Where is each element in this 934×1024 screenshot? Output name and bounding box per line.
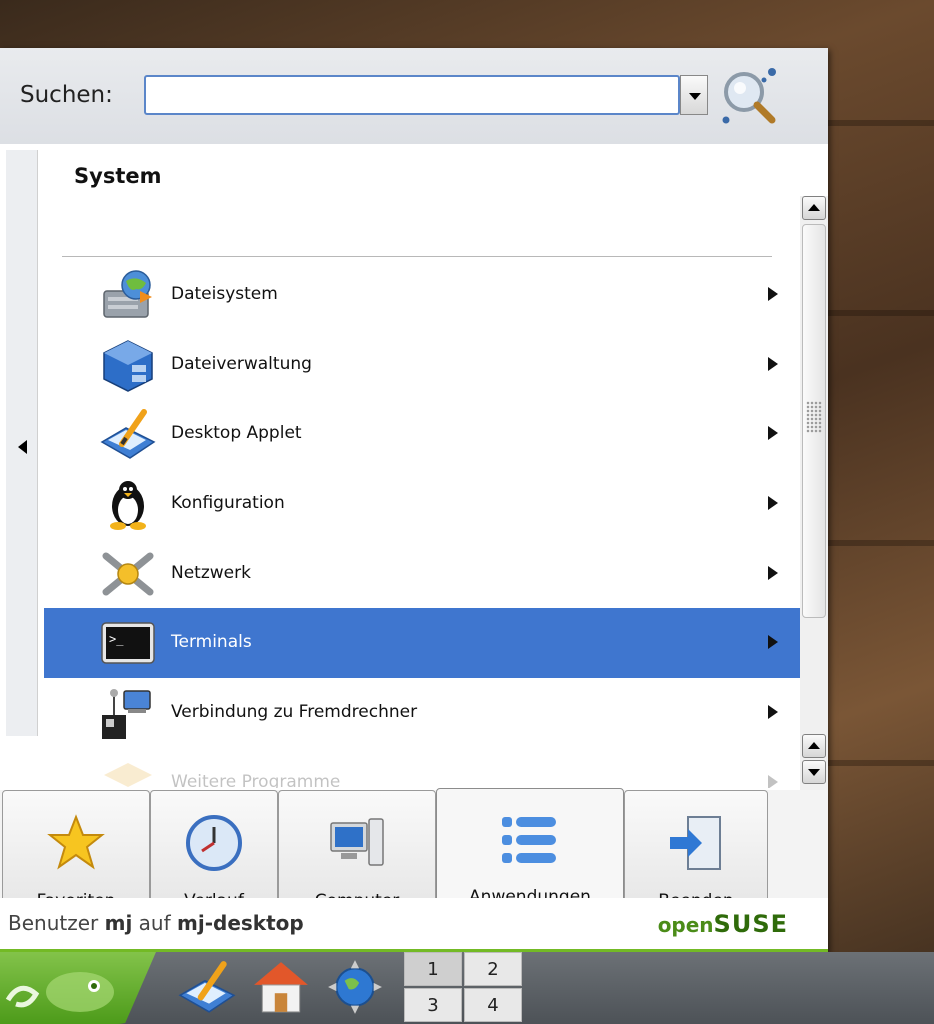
desktop-pager: 1 2 3 4 (404, 952, 524, 1024)
user-middle: auf (138, 911, 171, 935)
menu-item-terminals[interactable]: >_ Terminals (44, 608, 800, 679)
submenu-arrow-icon (768, 287, 778, 301)
grip-icon (806, 401, 822, 433)
kmenu-button[interactable] (0, 952, 156, 1024)
submenu-arrow-icon (768, 356, 778, 371)
harddisk-icon (103, 270, 152, 318)
menu-item-desktop-applet[interactable]: Desktop Applet (44, 399, 800, 469)
submenu-arrow-icon (768, 565, 778, 580)
submenu-arrow-icon (768, 635, 778, 650)
menu-item-konfiguration[interactable]: Konfiguration (44, 469, 800, 539)
submenu-arrow-icon (768, 426, 778, 441)
menu-item-label: Netzwerk (171, 562, 251, 583)
opensuse-chameleon-icon (5, 972, 114, 1012)
submenu-arrow-icon (768, 705, 778, 720)
scroll-up-button[interactable] (802, 734, 826, 758)
menu-list: Dateisystem Dateiverwaltung Desktop Appl… (44, 260, 800, 788)
desktop-pen-icon[interactable] (178, 958, 236, 1016)
menu-item-verbindung-zu-fremdrechner[interactable]: Verbindung zu Fremdrechner (44, 678, 800, 748)
desktop-pen-icon (100, 409, 156, 460)
logo-strong: SUSE (713, 910, 788, 938)
taskbar-panel: 1 2 3 4 (0, 952, 934, 1024)
submenu-arrow-icon (768, 496, 778, 511)
back-button[interactable] (6, 150, 38, 736)
menu-item-dateiverwaltung[interactable]: Dateiverwaltung (44, 330, 800, 400)
applications-list-icon (502, 817, 556, 863)
submenu-arrow-icon (768, 774, 778, 788)
menu-item-label: Weitere Programme (171, 771, 341, 788)
pager-desktop-1[interactable]: 1 (404, 952, 462, 986)
file-cabinet-icon (103, 339, 153, 392)
computer-icon (330, 818, 384, 866)
opensuse-logo: openSUSE (658, 910, 788, 938)
pager-desktop-3[interactable]: 3 (404, 988, 462, 1022)
back-arrow-icon (18, 440, 27, 454)
konqueror-globe-icon[interactable] (326, 958, 384, 1016)
scrollbar[interactable] (800, 196, 828, 790)
application-launcher: Suchen: System Dateisystem Dateiverwaltu… (0, 48, 828, 952)
menu-item-netzwerk[interactable]: Netzwerk (44, 539, 800, 609)
menu-item-label: Dateiverwaltung (171, 353, 312, 374)
pager-desktop-4[interactable]: 4 (464, 988, 522, 1022)
terminal-icon: >_ (101, 622, 155, 665)
scroll-down-button[interactable] (802, 760, 826, 784)
exit-door-icon (670, 816, 721, 870)
menu-content: System Dateisystem Dateiverwaltung Deskt… (0, 144, 828, 790)
user-prefix: Benutzer (8, 911, 99, 935)
search-history-dropdown[interactable] (680, 75, 708, 115)
user-info: Benutzer mj auf mj-desktop (8, 911, 304, 935)
tux-penguin-icon (110, 481, 146, 531)
logo-light: open (657, 913, 714, 937)
star-icon (47, 814, 105, 870)
scrollbar-thumb[interactable] (802, 224, 826, 618)
folder-icon (104, 762, 152, 787)
divider (62, 256, 772, 257)
search-icon[interactable] (716, 64, 782, 130)
home-folder-icon[interactable] (252, 958, 310, 1016)
menu-item-label: Dateisystem (171, 284, 278, 304)
search-bar: Suchen: (0, 48, 828, 144)
host-name: mj-desktop (177, 911, 304, 935)
search-label: Suchen: (20, 82, 113, 108)
menu-item-label: Desktop Applet (171, 423, 302, 444)
user-name: mj (104, 911, 133, 935)
menu-item-label: Konfiguration (171, 493, 285, 514)
menu-item-label: Verbindung zu Fremdrechner (171, 702, 418, 723)
menu-item-dateisystem[interactable]: Dateisystem (44, 260, 800, 330)
clock-icon (186, 815, 242, 871)
menu-item-weitere-programme[interactable]: Weitere Programme (44, 748, 800, 788)
footer: Benutzer mj auf mj-desktop openSUSE (0, 898, 828, 952)
category-title: System (74, 164, 162, 188)
remote-computer-icon (102, 689, 151, 740)
svg-text:>_: >_ (109, 632, 124, 646)
network-tools-icon (102, 552, 154, 596)
menu-item-label: Terminals (171, 632, 252, 653)
pager-desktop-2[interactable]: 2 (464, 952, 522, 986)
scroll-up-button[interactable] (802, 196, 826, 220)
search-input[interactable] (144, 75, 680, 115)
